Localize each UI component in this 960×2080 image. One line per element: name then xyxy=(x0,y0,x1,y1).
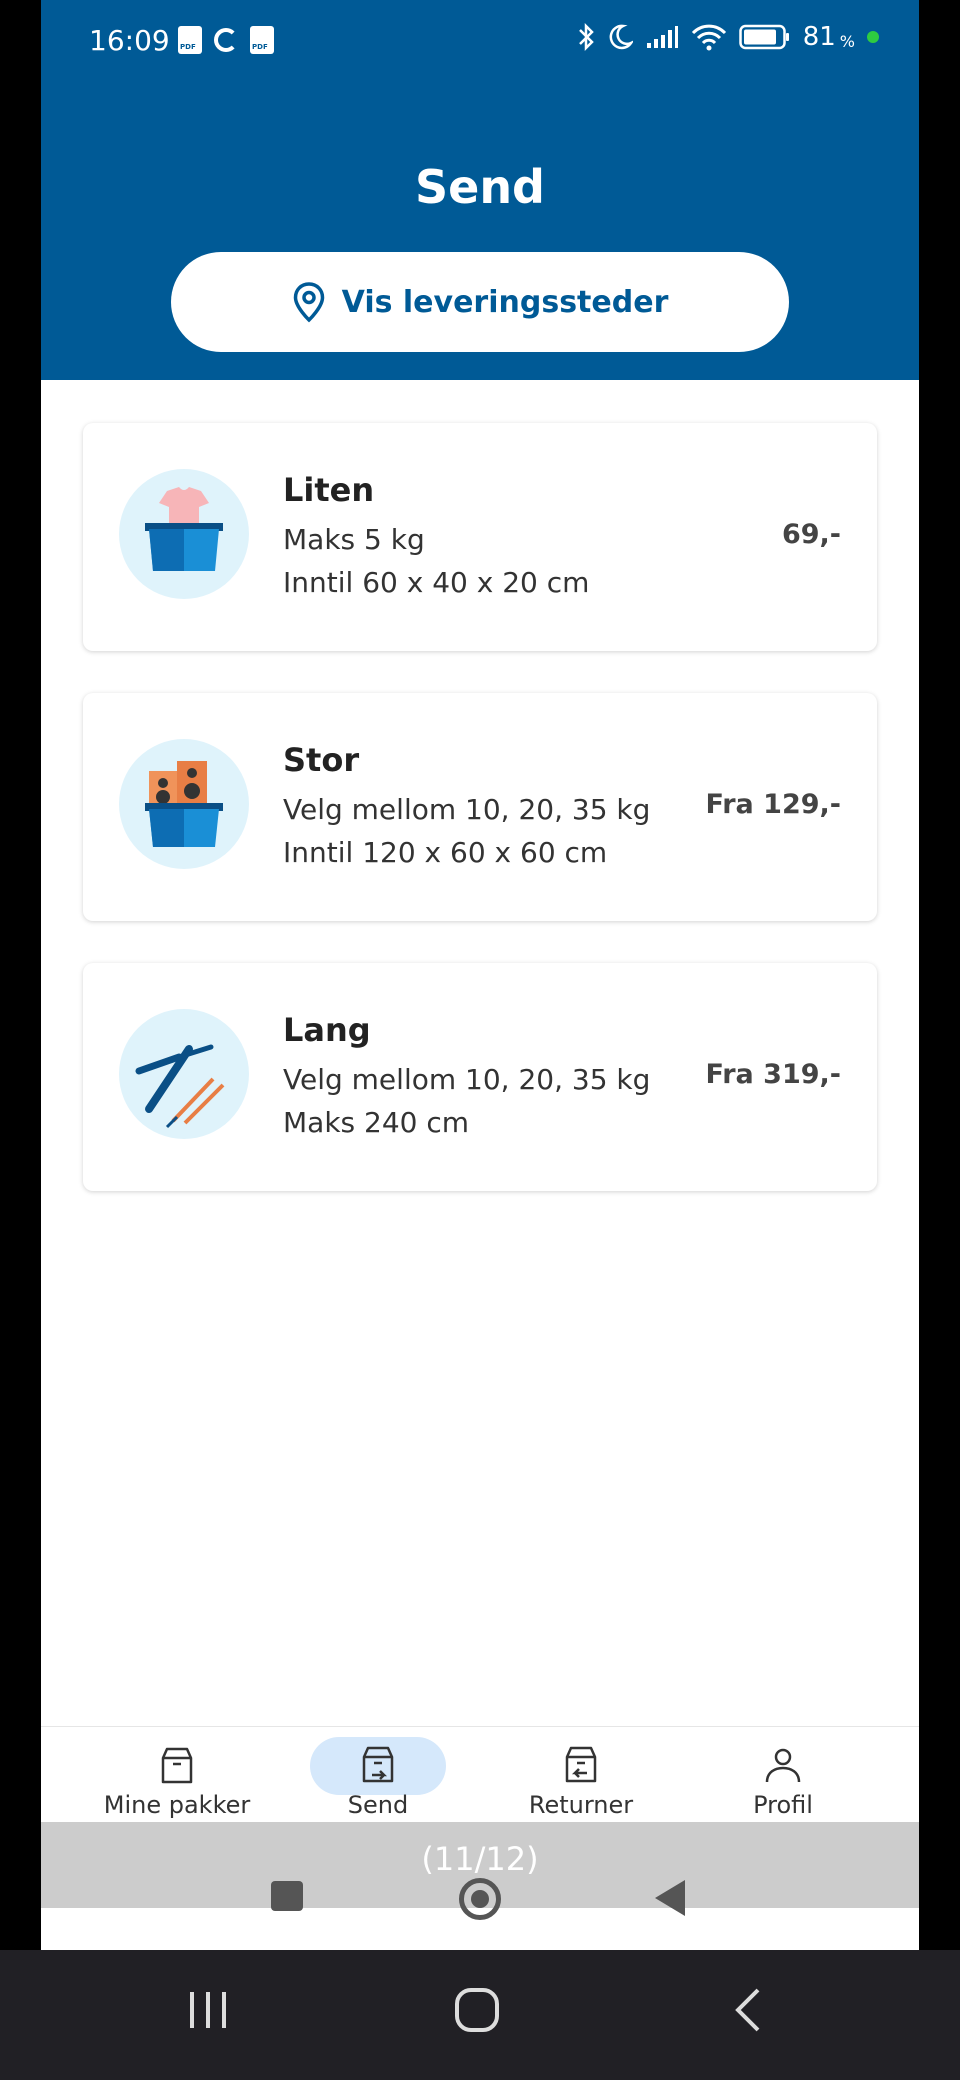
sync-icon xyxy=(214,28,238,52)
nav-label: Send xyxy=(347,1791,409,1819)
package-icon xyxy=(161,1747,193,1784)
screenshot-overlay-bar: (11/12) xyxy=(41,1822,919,1920)
package-price: Fra 129,- xyxy=(705,789,841,820)
header: 16:09 PDF PDF 81 % Send Vis leveringsste… xyxy=(41,0,919,380)
bluetooth-icon xyxy=(578,22,594,52)
recent-apps-icon[interactable] xyxy=(186,1984,230,2034)
signal-icon xyxy=(646,26,678,48)
nav-icon-container xyxy=(513,1737,649,1795)
package-dimensions: Inntil 120 x 60 x 60 cm xyxy=(283,836,608,869)
package-dimensions: Maks 240 cm xyxy=(283,1106,470,1139)
app-screen: 16:09 PDF PDF 81 % Send Vis leveringsste… xyxy=(41,0,919,1950)
nav-returner[interactable]: Returner xyxy=(481,1727,681,1827)
nav-icon-container xyxy=(109,1737,245,1795)
overlay-counter: (11/12) xyxy=(421,1840,539,1878)
notification-icons xyxy=(178,26,274,54)
small-package-icon xyxy=(119,469,249,599)
page-title: Send xyxy=(414,160,545,214)
back-icon[interactable] xyxy=(730,1984,764,2034)
system-navigation-bar xyxy=(0,1950,960,2080)
location-pin-icon xyxy=(293,282,324,323)
nav-icon-container-active xyxy=(310,1737,446,1795)
status-bar: 16:09 PDF PDF 81 % xyxy=(41,0,919,84)
battery-icon xyxy=(738,24,789,50)
package-option-large[interactable]: Stor Velg mellom 10, 20, 35 kg Inntil 12… xyxy=(83,693,877,921)
battery-level: 81 xyxy=(802,22,836,52)
privacy-indicator-dot xyxy=(867,31,879,43)
package-weight: Maks 5 kg xyxy=(283,523,425,556)
home-icon[interactable] xyxy=(454,1984,500,2034)
package-price: 69,- xyxy=(781,519,841,550)
nav-profil[interactable]: Profil xyxy=(683,1727,883,1827)
package-weight: Velg mellom 10, 20, 35 kg xyxy=(283,793,651,826)
overlay-stop-icon[interactable] xyxy=(271,1881,303,1911)
send-package-icon xyxy=(362,1746,394,1783)
package-title: Stor xyxy=(283,741,360,779)
profile-icon xyxy=(765,1748,801,1783)
overlay-back-icon[interactable] xyxy=(655,1880,685,1916)
package-title: Liten xyxy=(283,471,375,509)
show-delivery-locations-label: Vis leveringssteder xyxy=(341,284,669,320)
nav-icon-container xyxy=(715,1737,851,1795)
package-title: Lang xyxy=(283,1011,371,1049)
large-package-icon xyxy=(119,739,249,869)
package-price: Fra 319,- xyxy=(705,1059,841,1090)
nav-send[interactable]: Send xyxy=(278,1727,478,1827)
package-dimensions: Inntil 60 x 40 x 20 cm xyxy=(283,566,590,599)
moon-icon xyxy=(609,24,633,50)
pdf-notification-icon xyxy=(178,26,202,54)
return-package-icon xyxy=(565,1746,597,1783)
nav-mine-pakker[interactable]: Mine pakker xyxy=(77,1727,277,1827)
nav-label: Profil xyxy=(753,1791,813,1819)
nav-label: Mine pakker xyxy=(103,1791,251,1819)
package-option-long[interactable]: Lang Velg mellom 10, 20, 35 kg Maks 240 … xyxy=(83,963,877,1191)
package-weight: Velg mellom 10, 20, 35 kg xyxy=(283,1063,651,1096)
pdf-notification-icon xyxy=(250,26,274,54)
battery-unit: % xyxy=(839,31,855,51)
wifi-icon xyxy=(691,24,726,51)
nav-label: Returner xyxy=(528,1791,634,1819)
show-delivery-locations-button[interactable]: Vis leveringssteder xyxy=(171,252,789,352)
long-package-icon xyxy=(119,1009,249,1139)
status-time: 16:09 xyxy=(89,24,170,57)
status-right: 81 % xyxy=(577,22,879,52)
package-option-small[interactable]: Liten Maks 5 kg Inntil 60 x 40 x 20 cm 6… xyxy=(83,423,877,651)
overlay-record-icon[interactable] xyxy=(459,1878,501,1920)
bottom-navigation: Mine pakker Send Returner Profil xyxy=(41,1726,919,1826)
